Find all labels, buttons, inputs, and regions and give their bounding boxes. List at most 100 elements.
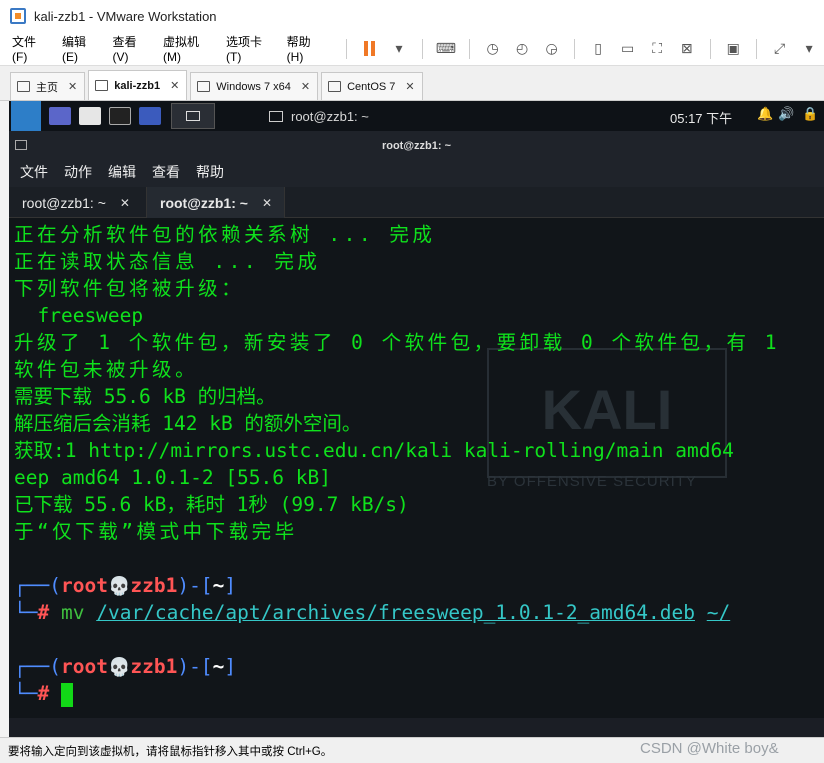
- terminal-tab-strip: root@zzb1: ~ ✕ root@zzb1: ~ ✕: [9, 187, 824, 218]
- terminal-tab[interactable]: root@zzb1: ~ ✕: [147, 187, 285, 218]
- menu-toolbar: 文件(F) 编辑(E) 查看(V) 虚拟机(M) 选项卡(T) 帮助(H) ▾ …: [0, 32, 824, 66]
- close-icon[interactable]: ✕: [68, 80, 77, 93]
- chevron-down-icon[interactable]: ▾: [389, 38, 409, 60]
- tab-windows7[interactable]: Windows 7 x64 ✕: [190, 72, 319, 100]
- kali-top-panel: root@zzb1: ~ 05:17 下午 🔔 🔊 🔒: [9, 101, 824, 131]
- revert-snapshot-icon[interactable]: ◴: [512, 38, 532, 60]
- menu-vm[interactable]: 虚拟机(M): [163, 33, 211, 64]
- prompt-user: root: [60, 655, 108, 678]
- toolbar-divider: [468, 38, 470, 59]
- sidebar-toggle-icon[interactable]: ▯: [588, 38, 608, 60]
- terminal-icon[interactable]: [109, 107, 131, 125]
- tab-label: 主页: [36, 81, 58, 94]
- prompt-line: ┌──(root💀zzb1)-[~]: [14, 574, 237, 597]
- terminal-menubar: 文件 动作 编辑 查看 帮助: [9, 157, 824, 187]
- skull-icon: 💀: [107, 657, 131, 678]
- pause-icon: [363, 41, 375, 56]
- terminal-title: root@zzb1: ~: [381, 140, 452, 152]
- window-icon: [269, 110, 283, 122]
- guest-screen[interactable]: root@zzb1: ~ 05:17 下午 🔔 🔊 🔒 root@zzb1: ~…: [9, 101, 824, 737]
- prompt-dir: ~: [212, 655, 225, 678]
- prompt-host: zzb1: [130, 655, 178, 678]
- vmware-logo-icon: [10, 8, 26, 24]
- terminal-line: 升级了 1 个软件包，新安装了 0 个软件包，要卸载 0 个软件包，有 1: [14, 331, 781, 354]
- terminal-menu-file[interactable]: 文件: [20, 162, 48, 182]
- file-manager-icon[interactable]: [79, 107, 101, 125]
- home-icon: [17, 81, 30, 92]
- window-icon: [15, 140, 27, 150]
- tab-label: Windows 7 x64: [216, 80, 291, 93]
- unity-icon[interactable]: ⊠: [677, 38, 697, 60]
- clock[interactable]: 05:17 下午: [670, 108, 732, 127]
- csdn-watermark: CSDN @White boy&: [640, 740, 779, 757]
- command-arg-dest: ~/: [706, 601, 731, 624]
- terminal-output[interactable]: KALI BY OFFENSIVE SECURITY 正在分析软件包的依赖关系树…: [9, 218, 824, 718]
- tab-home[interactable]: 主页 ✕: [10, 72, 86, 100]
- terminal-tab-label: root@zzb1: ~: [22, 194, 106, 211]
- close-icon[interactable]: ✕: [262, 196, 272, 210]
- terminal-tab-label: root@zzb1: ~: [160, 194, 248, 211]
- stretch-icon[interactable]: ⤢: [770, 38, 790, 60]
- pause-button[interactable]: [360, 38, 380, 60]
- terminal-line: 下列软件包将被升级：: [14, 277, 245, 300]
- close-icon[interactable]: ✕: [120, 196, 130, 210]
- vm-icon: [95, 80, 109, 91]
- prompt-dir: ~: [212, 574, 225, 597]
- text-cursor: [60, 682, 73, 707]
- close-icon[interactable]: ✕: [405, 80, 414, 93]
- prompt-user: root: [60, 574, 108, 597]
- kali-menu-icon[interactable]: [11, 101, 41, 131]
- menu-file[interactable]: 文件(F): [12, 33, 47, 64]
- workspace-icon[interactable]: [49, 107, 71, 125]
- fullscreen-icon[interactable]: ⛶: [647, 38, 667, 60]
- snapshot-manager-icon[interactable]: ◶: [542, 38, 562, 60]
- status-text: 要将输入定向到该虚拟机，请将鼠标指针移入其中或按 Ctrl+G。: [8, 745, 333, 758]
- terminal-line: 解压缩后会消耗 142 kB 的额外空间。: [14, 412, 362, 435]
- taskbar-item[interactable]: root@zzb1: ~: [269, 109, 369, 124]
- terminal-menu-view[interactable]: 查看: [152, 162, 180, 182]
- active-window-button[interactable]: [171, 103, 215, 129]
- terminal-tab[interactable]: root@zzb1: ~ ✕: [9, 187, 147, 218]
- terminal-line: freesweep: [14, 304, 144, 327]
- menu-help[interactable]: 帮助(H): [287, 33, 323, 64]
- terminal-menu-action[interactable]: 动作: [64, 162, 92, 182]
- console-icon[interactable]: ▣: [723, 38, 743, 60]
- tab-kali[interactable]: kali-zzb1 ✕: [88, 70, 188, 100]
- tab-centos[interactable]: CentOS 7 ✕: [321, 72, 423, 100]
- terminal-menu-edit[interactable]: 编辑: [108, 162, 136, 182]
- volume-icon[interactable]: 🔊: [778, 106, 794, 122]
- terminal-menu-help[interactable]: 帮助: [196, 162, 224, 182]
- toolbar-divider: [345, 38, 347, 59]
- close-icon[interactable]: ✕: [170, 79, 179, 92]
- command-line: └─# mv /var/cache/apt/archives/freesweep…: [14, 601, 731, 624]
- vm-icon: [328, 81, 342, 92]
- snapshot-icon[interactable]: ◷: [483, 38, 503, 60]
- screen-recorder-icon[interactable]: [139, 107, 161, 125]
- chevron-down-icon[interactable]: ▾: [799, 38, 819, 60]
- terminal-line: 于“仅下载”模式中下载完毕: [14, 520, 298, 543]
- input-line[interactable]: └─#: [14, 680, 73, 707]
- vm-tab-strip: 主页 ✕ kali-zzb1 ✕ Windows 7 x64 ✕ CentOS …: [0, 66, 824, 101]
- close-icon[interactable]: ✕: [301, 80, 310, 93]
- toolbar-divider: [755, 38, 757, 59]
- terminal-titlebar: root@zzb1: ~: [9, 131, 824, 157]
- tab-label: kali-zzb1: [114, 79, 161, 92]
- notification-icon[interactable]: 🔔: [757, 106, 773, 122]
- menu-tabs[interactable]: 选项卡(T): [226, 33, 272, 64]
- send-keys-icon[interactable]: ⌨: [436, 38, 456, 60]
- command-name: mv: [60, 601, 85, 624]
- thumbnail-icon[interactable]: ▭: [618, 38, 638, 60]
- terminal-line: 已下载 55.6 kB，耗时 1秒 (99.7 kB/s): [14, 493, 409, 516]
- menu-view[interactable]: 查看(V): [113, 33, 149, 64]
- menu-edit[interactable]: 编辑(E): [62, 33, 98, 64]
- terminal-line: 软件包未被升级。: [14, 358, 199, 381]
- terminal-line: 需要下载 55.6 kB 的归档。: [14, 385, 276, 408]
- lock-icon[interactable]: 🔒: [802, 106, 818, 122]
- window-icon: [186, 111, 200, 121]
- toolbar-divider: [574, 38, 576, 59]
- kali-watermark-subtitle: BY OFFENSIVE SECURITY: [487, 473, 697, 490]
- taskbar-item-label: root@zzb1: ~: [291, 108, 369, 124]
- skull-icon: 💀: [107, 576, 131, 597]
- prompt-line: ┌──(root💀zzb1)-[~]: [14, 655, 237, 678]
- terminal-line: eep amd64 1.0.1-2 [55.6 kB]: [14, 466, 331, 489]
